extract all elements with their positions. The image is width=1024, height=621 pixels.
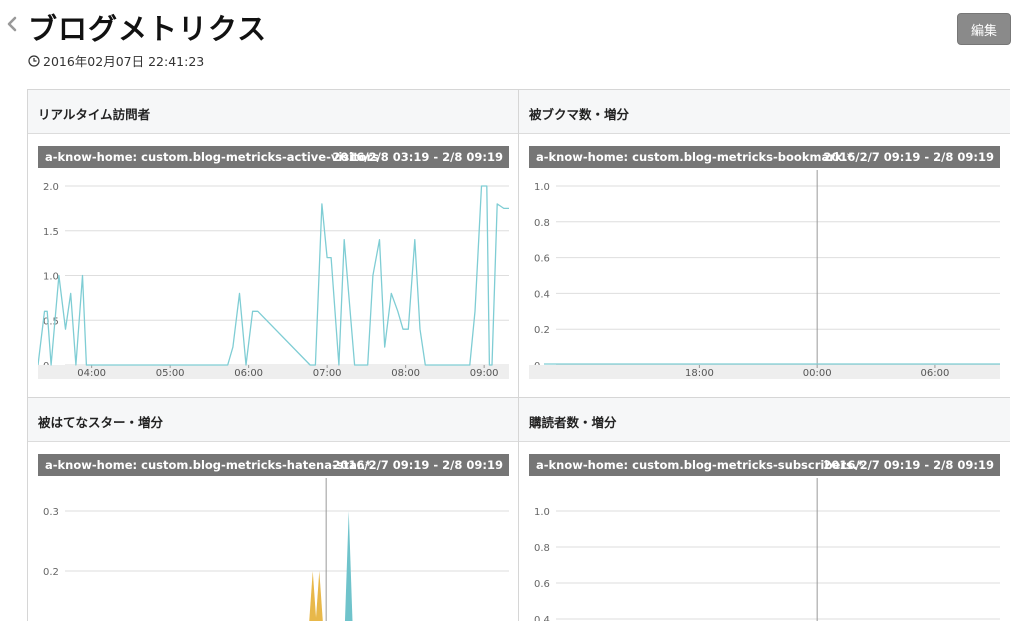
y-tick-label: 0.8 — [534, 543, 550, 554]
time-range: 2016/2/7 09:19 - 2/8 09:19 — [823, 458, 994, 472]
panel-header: 被はてなスター・増分 — [28, 398, 518, 442]
x-tick-label: 06:00 — [920, 368, 949, 379]
panel-title: リアルタイム訪問者 — [38, 107, 151, 122]
series-label: a-know-home: custom.blog-metricks-bookma… — [536, 150, 853, 164]
y-tick-label: 0.2 — [534, 325, 550, 336]
panel-title: 被ブクマ数・増分 — [529, 107, 630, 122]
chart-header[interactable]: a-know-home: custom.blog-metricks-subscr… — [529, 454, 1000, 476]
y-tick-label: 0.5 — [43, 316, 59, 327]
panel-header: 購読者数・増分 — [519, 398, 1010, 442]
x-tick-label: 08:00 — [391, 368, 420, 379]
series-label: a-know-home: custom.blog-metricks-hatena… — [45, 458, 372, 472]
y-tick-label: 0.8 — [534, 218, 550, 229]
timestamp-text: 2016年02月07日 22:41:23 — [43, 54, 205, 69]
y-tick-label: 0.6 — [534, 579, 550, 590]
x-tick-label: 00:00 — [803, 368, 832, 379]
page-title: ブログメトリクス — [28, 12, 268, 46]
chart-realtime-visitors[interactable]: 2.01.51.00.5004:0005:0006:0007:0008:0009… — [38, 170, 509, 380]
y-tick-label: 1.0 — [43, 272, 59, 283]
dashboard-grid: リアルタイム訪問者 a-know-home: custom.blog-metri… — [27, 89, 1010, 621]
panel-title: 被はてなスター・増分 — [38, 415, 164, 430]
edit-button[interactable]: 編集 — [957, 13, 1011, 45]
time-range: 2016/2/8 03:19 - 2/8 09:19 — [332, 150, 503, 164]
y-tick-label: 1.0 — [534, 507, 550, 518]
area-spike — [344, 511, 353, 621]
y-tick-label: 1.5 — [43, 227, 59, 238]
chart-header[interactable]: a-know-home: custom.blog-metricks-bookma… — [529, 146, 1000, 168]
chart-bookmarks[interactable]: 1.00.80.60.40.2018:0000:0006:00 — [529, 170, 1000, 380]
panel-subscribers: 購読者数・増分 a-know-home: custom.blog-metrick… — [519, 398, 1010, 621]
timestamp: 2016年02月07日 22:41:23 — [28, 51, 204, 70]
y-tick-label: 1.0 — [534, 182, 550, 193]
x-tick-label: 18:00 — [685, 368, 714, 379]
area-spike — [315, 571, 323, 621]
y-tick-label: 0.4 — [534, 615, 550, 621]
time-range: 2016/2/7 09:19 - 2/8 09:19 — [823, 150, 994, 164]
panel-bookmarks: 被ブクマ数・増分 a-know-home: custom.blog-metric… — [519, 90, 1010, 398]
chart-subscribers[interactable]: 1.0 0.8 0.6 0.4 — [529, 478, 1000, 621]
clock-icon — [28, 54, 40, 67]
panel-header: 被ブクマ数・増分 — [519, 90, 1010, 134]
y-tick-label: 0.6 — [534, 254, 550, 265]
series-label: a-know-home: custom.blog-metricks-active… — [45, 150, 380, 164]
chart-hatena-stars[interactable]: 0.30.20.1 — [38, 478, 509, 621]
y-tick-label: 0.4 — [534, 289, 550, 300]
time-range: 2016/2/7 09:19 - 2/8 09:19 — [332, 458, 503, 472]
panel-title: 購読者数・増分 — [529, 415, 617, 430]
chart-header[interactable]: a-know-home: custom.blog-metricks-active… — [38, 146, 509, 168]
x-tick-label: 04:00 — [77, 368, 106, 379]
area-spike — [309, 571, 317, 621]
panel-hatena-stars: 被はてなスター・増分 a-know-home: custom.blog-metr… — [28, 398, 519, 621]
back-chevron-icon[interactable] — [6, 14, 18, 34]
series-label: a-know-home: custom.blog-metricks-subscr… — [536, 458, 864, 472]
x-tick-label: 05:00 — [156, 368, 185, 379]
y-tick-label: 0.3 — [43, 507, 59, 518]
chart-header[interactable]: a-know-home: custom.blog-metricks-hatena… — [38, 454, 509, 476]
x-tick-label: 06:00 — [234, 368, 263, 379]
y-tick-label: 2.0 — [43, 182, 59, 193]
y-tick-label: 0.2 — [43, 567, 59, 578]
x-tick-label: 09:00 — [470, 368, 499, 379]
panel-realtime-visitors: リアルタイム訪問者 a-know-home: custom.blog-metri… — [28, 90, 519, 398]
panel-header: リアルタイム訪問者 — [28, 90, 518, 134]
x-axis-band — [38, 365, 509, 379]
x-tick-label: 07:00 — [313, 368, 342, 379]
